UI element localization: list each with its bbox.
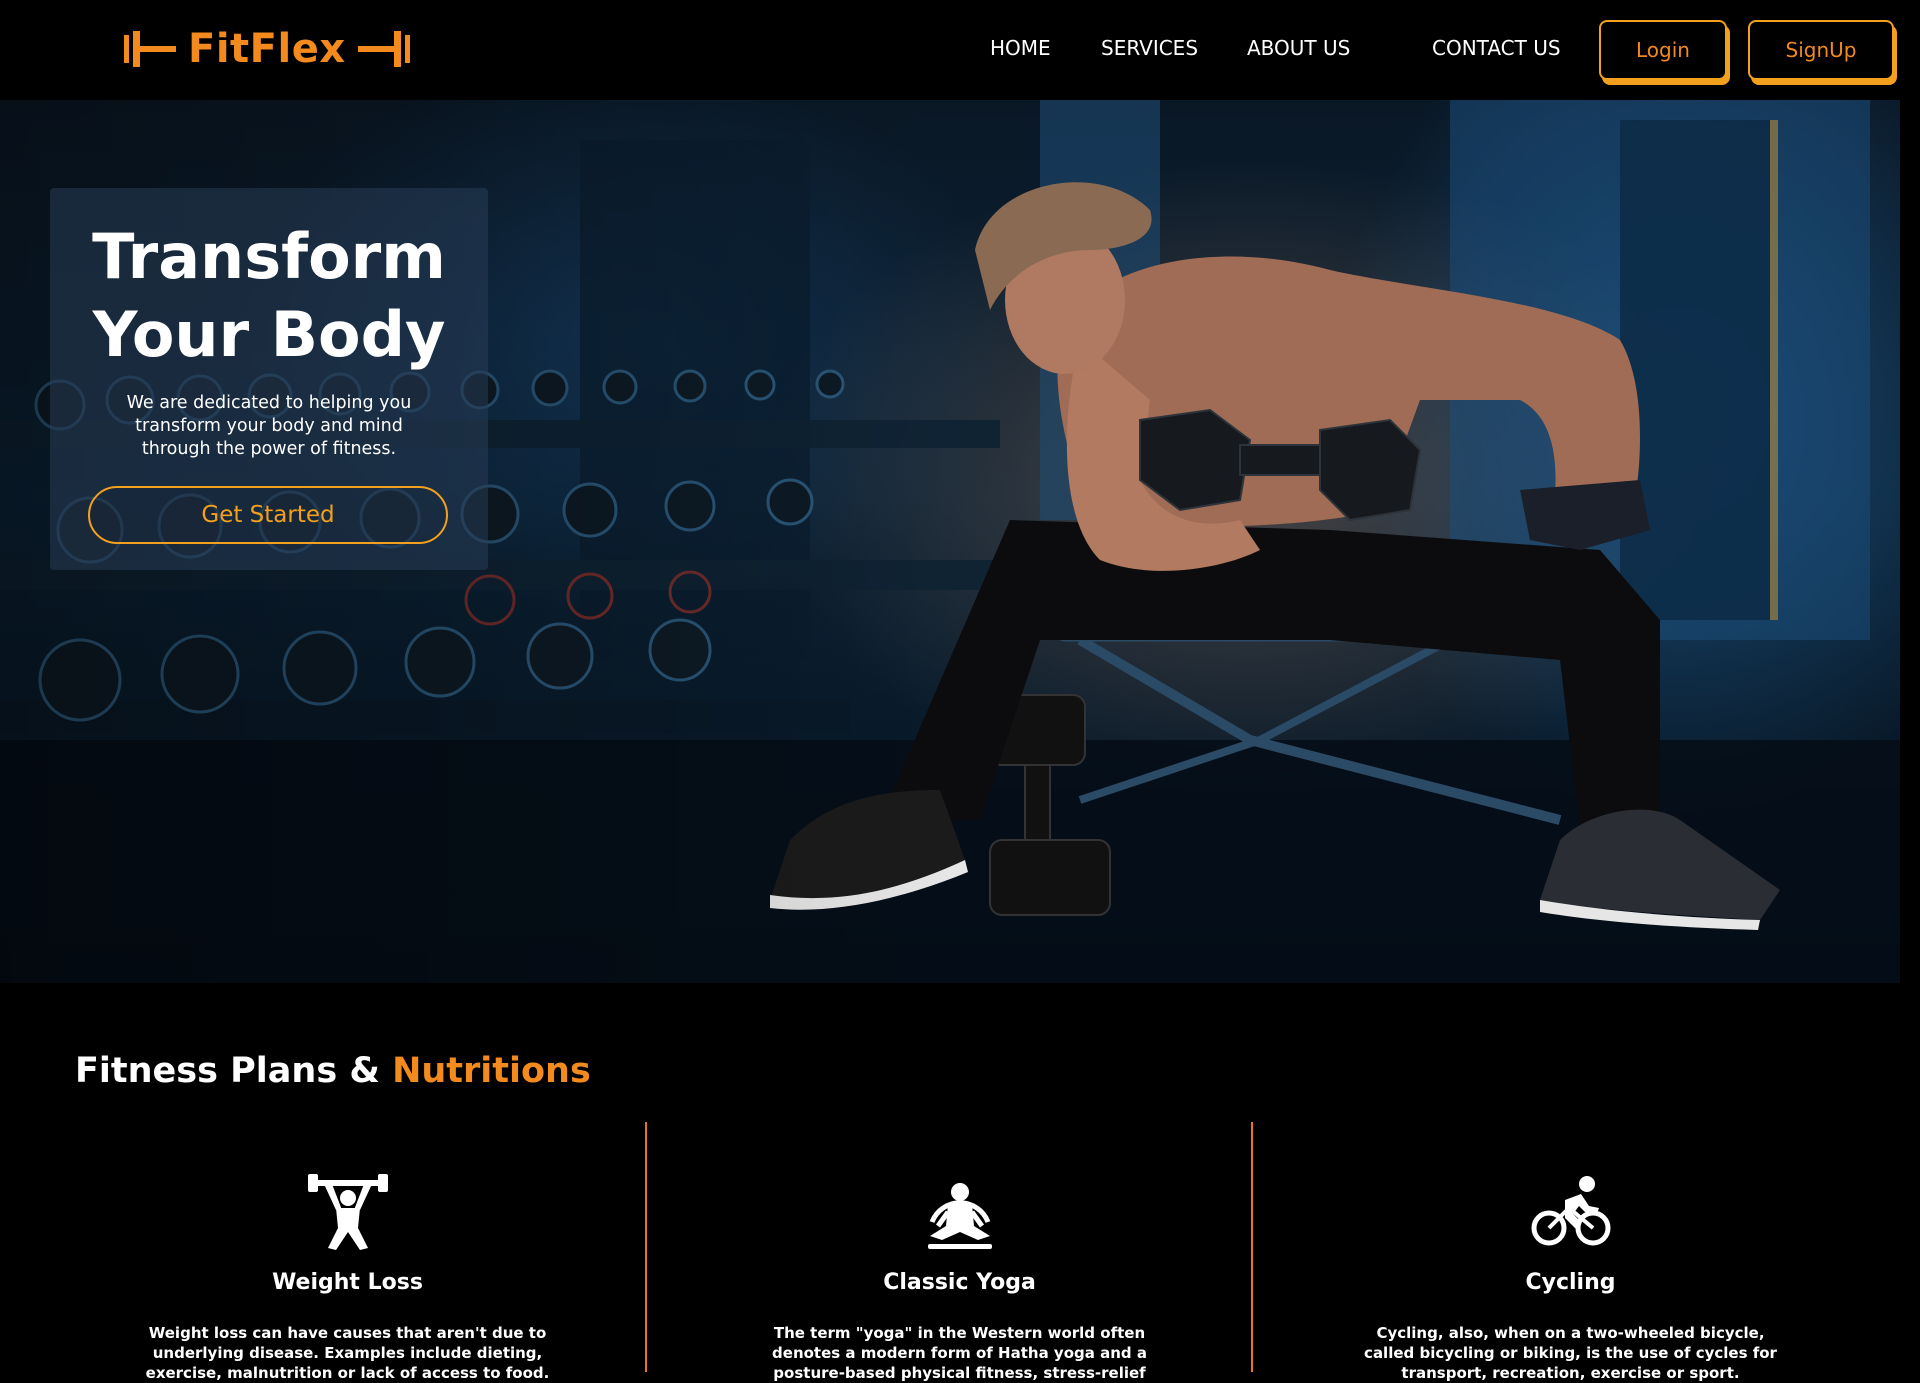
login-button[interactable]: Login (1599, 20, 1727, 80)
plan-description: Weight loss can have causes that aren't … (145, 1324, 550, 1382)
nav-link-contact[interactable]: CONTACT US (1432, 36, 1561, 60)
brand-logo[interactable]: FitFlex (124, 24, 410, 74)
plan-title: Classic Yoga (883, 1270, 1036, 1295)
signup-button[interactable]: SignUp (1748, 20, 1894, 80)
cycling-icon (1531, 1176, 1610, 1246)
nav-link-home[interactable]: HOME (990, 36, 1051, 60)
plan-description: The term "yoga" in the Western world oft… (772, 1324, 1147, 1382)
plan-card-weight-loss[interactable]: Weight Loss Weight loss can have causes … (45, 1120, 650, 1382)
plan-card-cycling[interactable]: Cycling Cycling, also, when on a two-whe… (1268, 1120, 1873, 1382)
weightlifting-icon (307, 1174, 388, 1250)
top-navbar: FitFlex HOME SERVICES ABOUT US CONTACT U… (0, 0, 1920, 100)
dumbbell-right-icon (357, 31, 410, 67)
plan-description: Cycling, also, when on a two-wheeled bic… (1364, 1324, 1777, 1382)
plan-card-classic-yoga[interactable]: Classic Yoga The term "yoga" in the West… (657, 1120, 1262, 1382)
hero-title-line2: Your Body (92, 298, 446, 371)
plan-title: Cycling (1525, 1270, 1616, 1295)
dumbbell-left-icon (124, 31, 176, 67)
hero-title-line1: Transform (92, 220, 446, 293)
section-title-main: Fitness Plans & (75, 1051, 393, 1092)
hero-card: Transform Your Body We are dedicated to … (50, 188, 488, 570)
plans-grid: Weight Loss Weight loss can have causes … (0, 1120, 1920, 1382)
section-title-accent: Nutritions (392, 1051, 591, 1092)
brand-name: FitFlex (188, 26, 346, 72)
hero-subtitle: We are dedicated to helping you transfor… (126, 393, 412, 459)
nav-link-about[interactable]: ABOUT US (1247, 36, 1350, 60)
section-title: Fitness Plans & Nutritions (75, 1051, 591, 1091)
hero-title: Transform Your Body (50, 218, 488, 374)
yoga-icon (927, 1183, 992, 1249)
get-started-button[interactable]: Get Started (88, 486, 448, 544)
hero-banner: Transform Your Body We are dedicated to … (0, 100, 1900, 983)
plan-title: Weight Loss (272, 1270, 423, 1295)
nav-link-services[interactable]: SERVICES (1101, 36, 1198, 60)
